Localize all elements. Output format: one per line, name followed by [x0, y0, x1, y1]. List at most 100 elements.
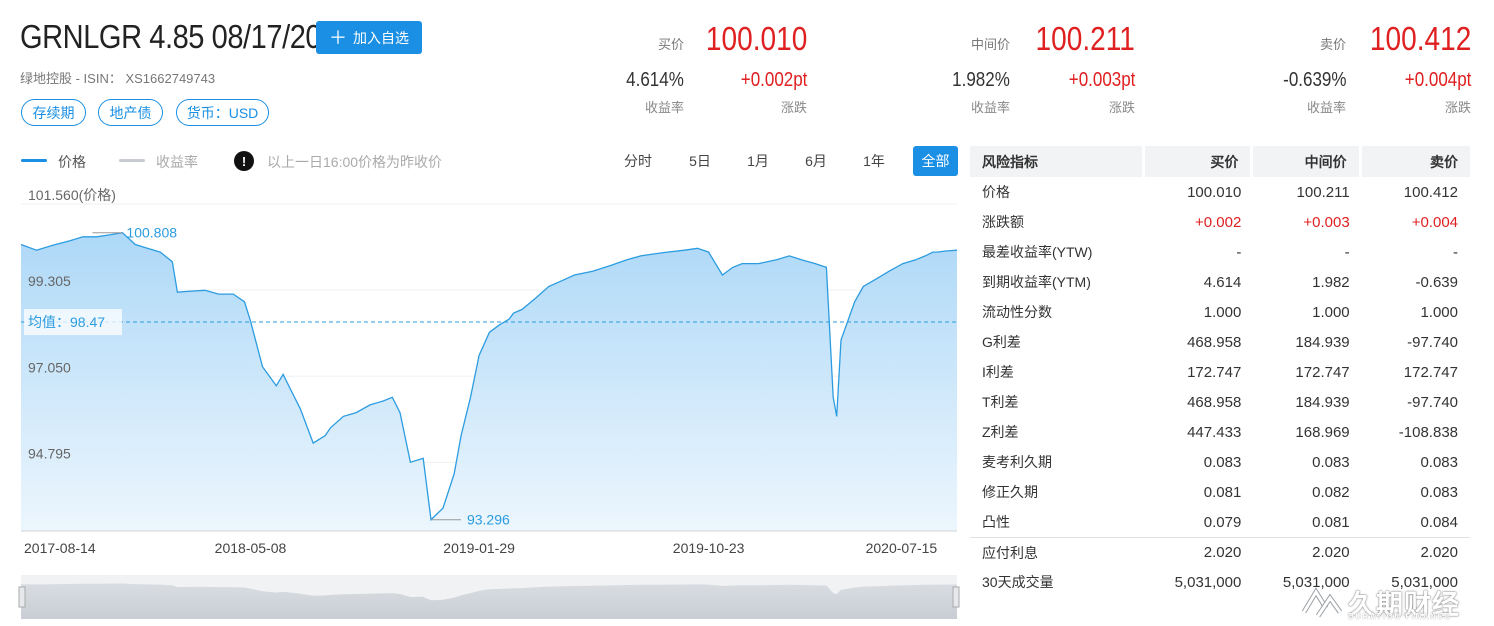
ask-label: 卖价	[1319, 37, 1346, 52]
mid-price: 100.211	[1035, 20, 1135, 57]
ask-change: +0.004pt	[1404, 69, 1471, 91]
metric-name: 凸性	[982, 514, 1010, 530]
bid-yield: 4.614%	[626, 69, 684, 91]
mid-value: 184.939	[1295, 393, 1350, 411]
risk-metrics-table: 风险指标 买价 中间价 卖价 价格 100.010 100.211 100.412 涨…	[970, 146, 1470, 597]
metric-name: 价格	[982, 184, 1010, 200]
ask-change-label: 涨跌	[1444, 100, 1471, 115]
mid-value: 0.083	[1312, 453, 1350, 471]
ask-value: 2.020	[1361, 537, 1470, 567]
price-chart[interactable]: 均值：98.47 101.560(价格) 99.305 97.050 94.795 1…	[0, 183, 960, 623]
average-label: 均值：98.47	[28, 314, 105, 330]
ask-value: 0.084	[1420, 513, 1458, 531]
bid-value: 2.020	[1145, 537, 1254, 567]
metric-name: I利差	[982, 364, 1014, 380]
bid-value: 100.010	[1187, 183, 1242, 201]
ask-value: 172.747	[1403, 363, 1458, 381]
table-row: T利差 468.958 184.939 -97.740	[970, 387, 1470, 417]
ask-value: 1.000	[1420, 303, 1458, 321]
table-row: 修正久期 0.081 0.082 0.083	[970, 477, 1470, 507]
bid-value: 5,031,000	[1174, 573, 1242, 591]
range-6m[interactable]: 6月	[794, 146, 838, 176]
x-tick-label: 2019-10-23	[673, 540, 745, 556]
mid-value: 168.969	[1295, 423, 1350, 441]
table-row: I利差 172.747 172.747 172.747	[970, 357, 1470, 387]
table-row: 麦考利久期 0.083 0.083 0.083	[970, 447, 1470, 477]
ask-value: +0.004	[1411, 213, 1458, 231]
mid-value: -	[1344, 243, 1350, 261]
ask-value: -97.740	[1407, 393, 1458, 411]
range-1y[interactable]: 1年	[852, 146, 896, 176]
add-to-watchlist-label: 加入自选	[353, 29, 409, 46]
ask-value: 0.083	[1420, 483, 1458, 501]
navigator-handle-right[interactable]	[952, 586, 960, 608]
ask-value: -108.838	[1398, 423, 1458, 441]
table-row: 最差收益率(YTW) - - -	[970, 237, 1470, 267]
mid-yield-label: 收益率	[970, 100, 1010, 115]
tag-status[interactable]: 存续期	[21, 99, 86, 126]
x-tick-label: 2019-01-29	[443, 540, 515, 556]
metric-name: T利差	[982, 394, 1019, 410]
mid-label: 中间价	[970, 37, 1010, 52]
mid-value: +0.003	[1303, 213, 1350, 231]
bid-value: 1.000	[1203, 303, 1242, 321]
mid-value: 172.747	[1295, 363, 1350, 381]
legend-price-swatch[interactable]	[21, 159, 47, 162]
metric-name: 修正久期	[982, 484, 1038, 500]
mid-change: +0.003pt	[1068, 69, 1135, 91]
bid-value: 447.433	[1187, 423, 1242, 441]
bid-value: 468.958	[1187, 333, 1242, 351]
header-mid: 中间价	[1253, 146, 1362, 177]
table-row: 涨跌额 +0.002 +0.003 +0.004	[970, 207, 1470, 237]
x-tick-label: 2020-07-15	[866, 540, 938, 556]
range-intraday[interactable]: 分时	[616, 146, 660, 176]
mid-value: 1.982	[1312, 273, 1350, 291]
mid-value: 0.082	[1312, 483, 1350, 501]
ask-value: -0.639	[1415, 273, 1458, 291]
bid-value: -	[1236, 243, 1242, 261]
max-price-label: 100.808	[126, 225, 177, 241]
y-tick-label: 99.305	[28, 273, 71, 289]
min-price-label: 93.296	[467, 512, 510, 528]
tag-sector[interactable]: 地产债	[98, 99, 163, 126]
range-1m[interactable]: 1月	[736, 146, 780, 176]
table-row: Z利差 447.433 168.969 -108.838	[970, 417, 1470, 447]
add-to-watchlist-button[interactable]: ＋ 加入自选	[316, 21, 422, 54]
bid-price: 100.010	[705, 20, 807, 57]
metric-name: 最差收益率(YTW)	[982, 244, 1093, 260]
metric-name: 应付利息	[970, 537, 1145, 567]
bid-label: 买价	[657, 37, 684, 52]
tag-currency[interactable]: 货币：USD	[176, 99, 269, 126]
legend-price[interactable]: 价格	[58, 152, 86, 172]
x-tick-label: 2017-08-14	[24, 540, 96, 556]
table-row: 应付利息 2.020 2.020 2.020	[970, 537, 1470, 567]
bid-value: 0.083	[1203, 453, 1242, 471]
mid-value: 100.211	[1296, 183, 1350, 201]
header-metric: 风险指标	[970, 146, 1145, 177]
header-bid: 买价	[1145, 146, 1254, 177]
ask-yield-label: 收益率	[1306, 100, 1346, 115]
range-5d[interactable]: 5日	[678, 146, 722, 176]
header-ask: 卖价	[1361, 146, 1470, 177]
bid-value: 468.958	[1187, 393, 1242, 411]
range-all[interactable]: 全部	[913, 146, 958, 176]
y-tick-label: 97.050	[28, 359, 71, 375]
navigator-handle-left[interactable]	[18, 586, 26, 608]
mid-value: 1.000	[1312, 303, 1350, 321]
table-row: 凸性 0.079 0.081 0.084	[970, 507, 1470, 537]
legend-yield[interactable]: 收益率	[156, 152, 198, 172]
bid-value: 172.747	[1187, 363, 1242, 381]
bid-value: 0.079	[1203, 513, 1242, 531]
mid-yield: 1.982%	[952, 69, 1010, 91]
ask-yield: -0.639%	[1282, 69, 1346, 91]
bid-change-label: 涨跌	[780, 100, 807, 115]
metric-name: 麦考利久期	[982, 454, 1052, 470]
table-row: G利差 468.958 184.939 -97.740	[970, 327, 1470, 357]
ask-value: 0.083	[1420, 453, 1458, 471]
bid-change: +0.002pt	[740, 69, 807, 91]
issuer-isin: 绿地控股 - ISIN： XS1662749743	[20, 71, 216, 86]
legend-yield-swatch[interactable]	[119, 159, 145, 162]
metric-name: G利差	[982, 334, 1021, 350]
metric-name: 到期收益率(YTM)	[982, 274, 1091, 290]
bid-value: 4.614	[1203, 273, 1242, 291]
